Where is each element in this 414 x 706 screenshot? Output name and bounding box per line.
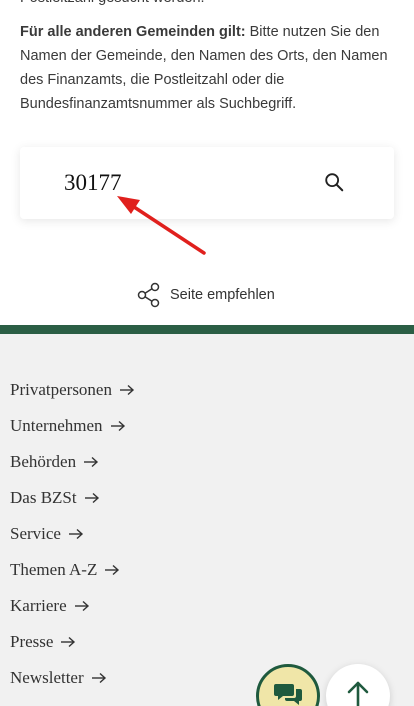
footer-nav-label: Service [10,524,61,543]
footer: Privatpersonen Unternehmen Behörden Das … [0,334,414,706]
intro-rule-paragraph: Für alle anderen Gemeinden gilt: Bitte n… [20,20,390,116]
footer-nav-label: Behörden [10,452,77,471]
footer-nav-label: Unternehmen [10,416,103,435]
footer-nav-newsletter[interactable]: Newsletter [10,660,135,696]
footer-nav-label: Privatpersonen [10,380,112,399]
footer-nav-privatpersonen[interactable]: Privatpersonen [10,372,135,408]
recommend-label: Seite empfehlen [170,287,275,303]
footer-nav-label: Presse [10,632,54,651]
search-icon [325,173,344,192]
arrow-right-icon [84,492,100,504]
search-input[interactable] [64,165,314,201]
arrow-up-icon [347,681,369,706]
arrow-right-icon [74,600,90,612]
footer-nav-label: Newsletter [10,668,84,687]
footer-nav-label: Karriere [10,596,67,615]
arrow-right-icon [104,564,120,576]
arrow-right-icon [110,420,126,432]
footer-accent-bar [0,325,414,334]
footer-nav-label: Themen A-Z [10,560,98,579]
footer-nav-karriere[interactable]: Karriere [10,588,135,624]
search-button[interactable] [322,171,346,195]
footer-nav: Privatpersonen Unternehmen Behörden Das … [10,372,135,696]
footer-nav-label: Das BZSt [10,488,77,507]
footer-nav-unternehmen[interactable]: Unternehmen [10,408,135,444]
intro-truncated-line: Postleitzahl gesucht werden. [20,0,390,10]
footer-nav-service[interactable]: Service [10,516,135,552]
arrow-right-icon [119,384,135,396]
search-box [20,147,394,219]
recommend-page-link[interactable]: Seite empfehlen [136,282,275,308]
chat-bubbles-icon [274,684,302,705]
share-icon [137,282,160,308]
arrow-right-icon [83,456,99,468]
intro-rule-bold: Für alle anderen Gemeinden gilt: [20,24,246,40]
page: Postleitzahl gesucht werden. Für alle an… [0,0,414,706]
footer-nav-das-bzst[interactable]: Das BZSt [10,480,135,516]
arrow-right-icon [91,672,107,684]
arrow-right-icon [60,636,76,648]
footer-nav-behoerden[interactable]: Behörden [10,444,135,480]
footer-nav-presse[interactable]: Presse [10,624,135,660]
intro-text: Postleitzahl gesucht werden. Für alle an… [20,0,390,126]
arrow-right-icon [68,528,84,540]
footer-nav-themen-a-z[interactable]: Themen A-Z [10,552,135,588]
